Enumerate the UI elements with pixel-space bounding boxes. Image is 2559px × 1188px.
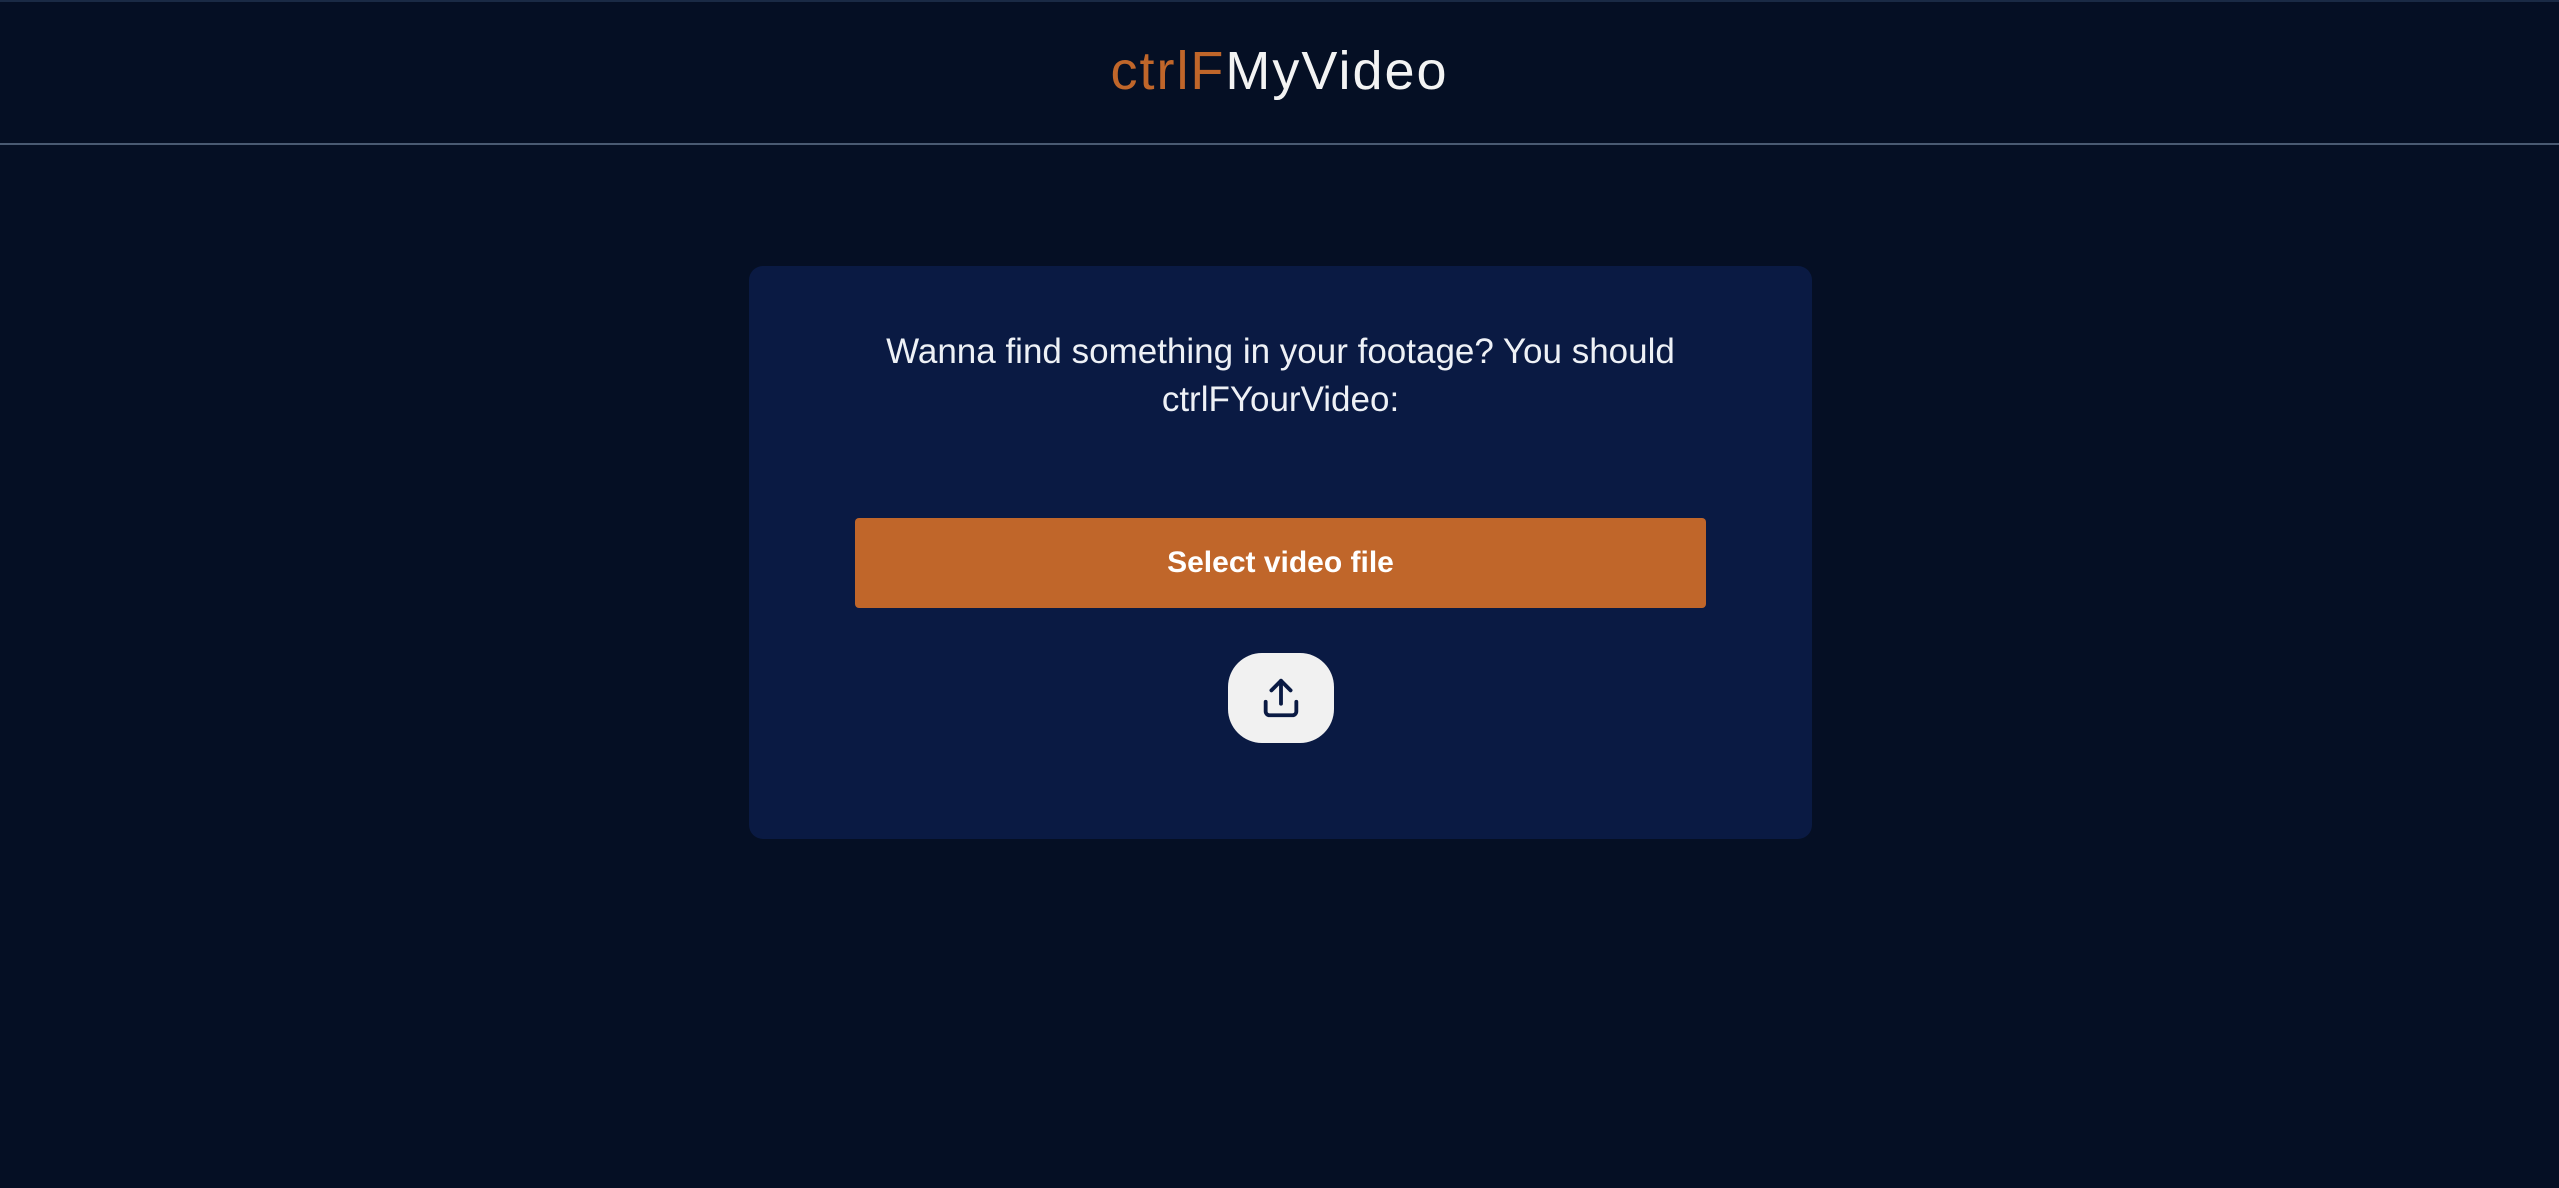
upload-card: Wanna find something in your footage? Yo… [749,266,1812,839]
logo-main-text: MyVideo [1225,40,1449,101]
app-header: ctrlFMyVideo [0,2,2559,145]
upload-icon [1263,678,1299,718]
app-logo: ctrlFMyVideo [1110,44,1448,98]
logo-accent-text: ctrlF [1110,40,1226,101]
upload-button[interactable] [1228,653,1334,743]
select-video-file-button[interactable]: Select video file [855,518,1706,608]
prompt-text: Wanna find something in your footage? Yo… [886,332,1675,419]
